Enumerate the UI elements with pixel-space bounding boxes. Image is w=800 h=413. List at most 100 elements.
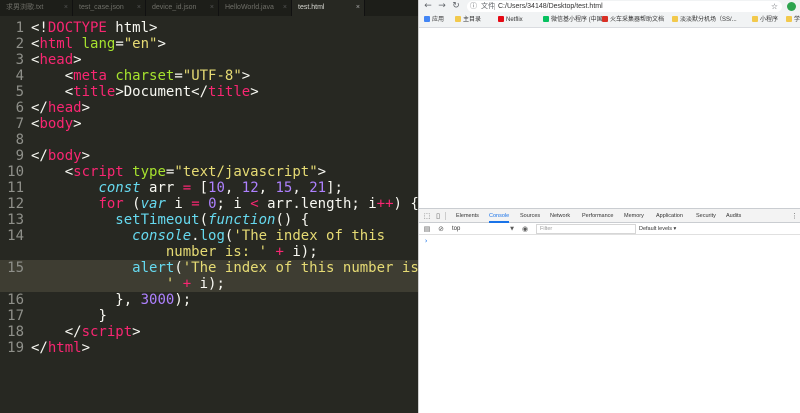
code-token: </ bbox=[31, 148, 48, 164]
more-options-icon[interactable]: ⋮ bbox=[791, 209, 798, 223]
code-token: ++ bbox=[376, 196, 394, 212]
context-selector[interactable]: top ▼ bbox=[452, 224, 514, 234]
code-line: for (var i = 0; i < arr.length; i++) { bbox=[98, 196, 418, 212]
bookmark-item[interactable]: 主目录 bbox=[455, 13, 481, 27]
editor-tab[interactable]: 求男浏歌.txt × bbox=[0, 0, 73, 16]
close-tab-icon[interactable]: × bbox=[137, 0, 141, 16]
code-token: ; i bbox=[216, 196, 251, 212]
bookmark-folder-icon bbox=[543, 16, 549, 22]
code-token: } bbox=[98, 308, 107, 324]
code-line: <meta charset="UTF-8"> bbox=[65, 68, 251, 84]
bookmark-star-icon[interactable]: ☆ bbox=[771, 1, 778, 12]
code-token: + bbox=[275, 244, 284, 260]
code-token: const bbox=[98, 180, 141, 196]
line-number: 6 bbox=[15, 100, 24, 116]
code-token: 21 bbox=[309, 180, 327, 196]
bookmark-item[interactable]: 微信基小程序 (中国... bbox=[543, 13, 608, 27]
file-scheme-label: 文件 bbox=[481, 3, 495, 10]
bookmark-item[interactable]: 应用 bbox=[424, 13, 445, 27]
code-token: </ bbox=[64, 324, 82, 340]
code-token: <! bbox=[31, 20, 48, 36]
close-tab-icon[interactable]: × bbox=[210, 0, 214, 16]
code-line: <!DOCTYPE html> bbox=[31, 20, 157, 36]
clear-console-icon[interactable]: ⊘ bbox=[436, 223, 446, 235]
chevron-down-icon: ▼ bbox=[510, 226, 514, 232]
code-token: ( bbox=[174, 260, 183, 276]
log-levels-dropdown[interactable]: Default levels ▾ bbox=[639, 223, 676, 235]
close-tab-icon[interactable]: × bbox=[283, 0, 287, 16]
editor-tab[interactable]: test.html × bbox=[292, 0, 365, 16]
devtools-tab-audits[interactable]: Audits bbox=[726, 209, 741, 223]
line-number-gutter: 1 2 3 4 5 6 7 8 9 10 11 12 13 14 15 16 17 18 19 bbox=[0, 16, 28, 413]
devtools-divider bbox=[445, 212, 446, 220]
reload-icon[interactable]: ↻ bbox=[451, 0, 461, 13]
editor-tab-label: test.html bbox=[298, 4, 325, 11]
code-area[interactable]: <!DOCTYPE html> <html lang="en"> <head> <me… bbox=[31, 16, 418, 413]
code-token: 3000 bbox=[140, 292, 175, 308]
bookmark-label: 应用 bbox=[432, 17, 445, 23]
devtools-tab-sources[interactable]: Sources bbox=[520, 209, 540, 223]
code-token: > bbox=[241, 68, 251, 84]
line-number: 14 bbox=[7, 228, 24, 244]
code-line: }, 3000); bbox=[115, 292, 191, 308]
bookmark-folder-icon bbox=[455, 16, 461, 22]
editor-tab[interactable]: HelloWorld.java × bbox=[219, 0, 292, 16]
devtools-tab-performance[interactable]: Performance bbox=[582, 209, 614, 223]
line-number: 16 bbox=[7, 292, 24, 308]
console-output[interactable]: › bbox=[419, 235, 800, 413]
code-line: ' + i); bbox=[166, 276, 225, 292]
code-token: ( bbox=[123, 196, 141, 212]
browser-window: ← → ↻ ⓘ 文件 C:/Users/34148/Desktop/test.h… bbox=[418, 0, 800, 413]
editor-tab[interactable]: test_case.json × bbox=[73, 0, 146, 16]
code-token: charset bbox=[115, 68, 175, 84]
browser-toolbar: ← → ↻ ⓘ 文件 C:/Users/34148/Desktop/test.h… bbox=[419, 0, 800, 13]
extension-icon[interactable] bbox=[787, 2, 796, 11]
code-token: head bbox=[47, 100, 82, 116]
devtools-tab-memory[interactable]: Memory bbox=[624, 209, 644, 223]
address-bar[interactable]: ⓘ 文件 C:/Users/34148/Desktop/test.html ☆ bbox=[467, 1, 782, 12]
code-token: >Document</ bbox=[115, 84, 209, 100]
line-number: 2 bbox=[15, 36, 24, 52]
info-icon[interactable]: ⓘ bbox=[470, 1, 477, 12]
code-token: = bbox=[174, 68, 183, 84]
devtools-tab-elements[interactable]: Elements bbox=[456, 209, 479, 223]
inspect-element-icon[interactable]: ⬚ bbox=[422, 209, 432, 223]
editor-tab-label: device_id.json bbox=[152, 4, 197, 11]
bookmark-item[interactable]: 火车采集器帮助文档 bbox=[602, 13, 664, 27]
devtools-tab-bar: ⬚ ▯ ⋮ Elements Console Sources Network Perfo… bbox=[419, 209, 800, 223]
code-token: < bbox=[64, 68, 74, 84]
devtools-panel: ⬚ ▯ ⋮ Elements Console Sources Network Perfo… bbox=[419, 208, 800, 413]
code-token: 12 bbox=[241, 180, 259, 196]
live-expression-eye-icon[interactable]: ◉ bbox=[522, 223, 528, 235]
url-text[interactable]: C:/Users/34148/Desktop/test.html bbox=[498, 1, 603, 12]
line-number: 18 bbox=[7, 324, 24, 340]
forward-icon[interactable]: → bbox=[437, 0, 447, 13]
code-token: DOCTYPE bbox=[47, 20, 107, 36]
devtools-tab-security[interactable]: Security bbox=[696, 209, 716, 223]
code-token: html> bbox=[106, 20, 158, 36]
code-token: > bbox=[81, 148, 91, 164]
bookmark-item[interactable]: 淡淡默分机场（SS/... bbox=[672, 13, 737, 27]
code-token: + bbox=[182, 276, 192, 292]
code-token: setTimeout bbox=[115, 212, 200, 228]
console-filter-input[interactable] bbox=[536, 224, 636, 234]
devtools-tab-console[interactable]: Console bbox=[489, 209, 510, 223]
close-tab-icon[interactable]: × bbox=[64, 0, 68, 16]
line-number: 1 bbox=[15, 20, 24, 36]
page-viewport[interactable] bbox=[419, 28, 800, 208]
devtools-tab-application[interactable]: Application bbox=[656, 209, 683, 223]
devtools-tab-network[interactable]: Network bbox=[550, 209, 570, 223]
code-token: meta bbox=[73, 68, 107, 84]
line-number: 11 bbox=[7, 180, 24, 196]
back-icon[interactable]: ← bbox=[423, 0, 433, 13]
bookmark-label: 学习 bbox=[794, 17, 800, 23]
bookmark-item[interactable]: Netflix bbox=[498, 13, 523, 27]
close-tab-icon[interactable]: × bbox=[356, 0, 360, 16]
console-sidebar-icon[interactable]: ▤ bbox=[422, 223, 432, 235]
bookmark-item[interactable]: 学习 bbox=[786, 13, 800, 27]
device-toolbar-icon[interactable]: ▯ bbox=[433, 209, 443, 223]
editor-tab[interactable]: device_id.json × bbox=[146, 0, 219, 16]
bookmark-item[interactable]: 小程序 bbox=[752, 13, 778, 27]
